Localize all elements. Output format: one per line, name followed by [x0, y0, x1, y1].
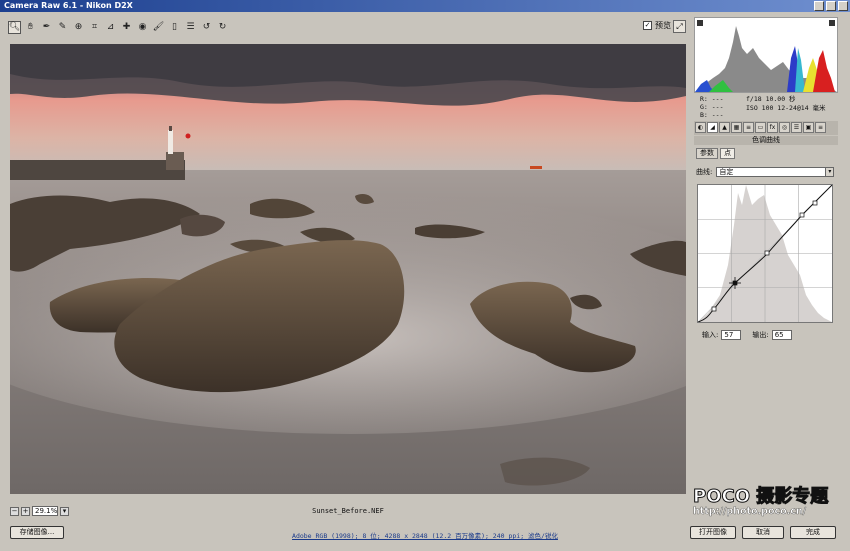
tab-camera-calibration[interactable]: ◎ [779, 122, 790, 133]
minimize-button[interactable] [814, 1, 824, 11]
curve-preset-select[interactable]: 自定 ▾ [716, 166, 835, 177]
panel-tabs: ◐ ◢ ▲ ▦ ≡ ▭ fx ◎ ☰ ▣ ≡ [694, 121, 838, 135]
window-controls [814, 1, 848, 11]
subtab-parametric[interactable]: 参数 [696, 148, 718, 159]
maximize-button[interactable] [826, 1, 836, 11]
canvas-status-bar: − + 29.1% ▾ Sunset_Before.NEF [10, 505, 686, 519]
done-button[interactable]: 完成 [790, 526, 836, 539]
tone-curve-graph [697, 184, 833, 323]
hand-icon[interactable]: ✋︎ [24, 21, 37, 34]
close-button[interactable] [838, 1, 848, 11]
tab-hsl[interactable]: ▦ [731, 122, 742, 133]
cancel-button[interactable]: 取消 [742, 526, 784, 539]
image-canvas[interactable] [10, 44, 686, 494]
input-value-field[interactable]: 57 [721, 330, 742, 340]
curve-preset-value: 自定 [719, 167, 734, 176]
spot-removal-icon[interactable]: ✚ [120, 21, 133, 34]
tab-detail[interactable]: ▲ [719, 122, 730, 133]
preview-toggle[interactable]: ✓ 预览 [643, 20, 671, 31]
color-sampler-icon[interactable]: ✎ [56, 21, 69, 34]
iso-lens-info: ISO 100 12-24@14 毫米 [746, 104, 826, 112]
fullscreen-icon[interactable]: ⤢ [673, 20, 686, 33]
tone-curve-editor[interactable] [697, 184, 833, 323]
g-readout: G: --- [700, 103, 724, 111]
crop-icon[interactable]: ⌗ [88, 21, 101, 34]
output-value-field[interactable]: 65 [771, 330, 792, 340]
section-title: 色调曲线 [694, 136, 838, 145]
tab-lens-corrections[interactable]: ▭ [755, 122, 766, 133]
shadow-clipping-warning-icon[interactable] [697, 20, 703, 26]
toolbar: 🔍︎ ✋︎ ✒ ✎ ⊕ ⌗ ⊿ ✚ ◉ 🖌︎ ▯ ☰ ↺ ↻ [8, 18, 229, 36]
exposure-info: f/18 10.00 秒 [746, 95, 796, 103]
straighten-icon[interactable]: ⊿ [104, 21, 117, 34]
zoom-icon[interactable]: 🔍︎ [8, 20, 21, 34]
chevron-down-icon: ▾ [825, 167, 834, 176]
preview-label: 预览 [655, 21, 671, 30]
curve-input-output: 输入: 57 输出: 65 [702, 329, 832, 341]
tab-effects[interactable]: fx [767, 122, 778, 133]
camera-info: R: --- G: --- B: --- f/18 10.00 秒 ISO 10… [694, 95, 838, 119]
curve-preset-row: 曲线: 自定 ▾ [696, 166, 836, 177]
tab-snapshots[interactable]: ▣ [803, 122, 814, 133]
curve-subtabs: 参数 点 [696, 148, 735, 159]
highlight-clipping-warning-icon[interactable] [829, 20, 835, 26]
graduated-filter-icon[interactable]: ▯ [168, 21, 181, 34]
tab-tone-curve[interactable]: ◢ [707, 122, 718, 133]
preferences-icon[interactable]: ☰ [184, 21, 197, 34]
white-balance-icon[interactable]: ✒ [40, 21, 53, 34]
histogram-graph [695, 26, 837, 92]
red-eye-icon[interactable]: ◉ [136, 21, 149, 34]
panel-menu-icon[interactable]: ≡ [815, 122, 826, 133]
output-label: 输出: [752, 331, 769, 339]
tab-basic[interactable]: ◐ [695, 122, 706, 133]
watermark: POCO 摄影专题 http://photo.poco.cn/ [693, 482, 843, 522]
open-image-button[interactable]: 打开图像 [690, 526, 736, 539]
r-readout: R: --- [700, 95, 724, 103]
b-readout: B: --- [700, 111, 724, 119]
title-bar: Camera Raw 6.1 - Nikon D2X [0, 0, 850, 12]
target-adjust-icon[interactable]: ⊕ [72, 21, 85, 34]
adjustment-panel: R: --- G: --- B: --- f/18 10.00 秒 ISO 10… [692, 15, 842, 515]
watermark-brand: POCO 摄影专题 [693, 486, 829, 508]
subtab-point[interactable]: 点 [720, 148, 735, 159]
rotate-cw-icon[interactable]: ↻ [216, 21, 229, 34]
tab-split-toning[interactable]: ≡ [743, 122, 754, 133]
photo-preview [10, 44, 686, 494]
rotate-ccw-icon[interactable]: ↺ [200, 21, 213, 34]
window-title: Camera Raw 6.1 - Nikon D2X [4, 1, 133, 10]
adjustment-brush-icon[interactable]: 🖌︎ [152, 21, 165, 34]
curve-label: 曲线: [696, 167, 713, 176]
input-label: 输入: [702, 331, 719, 339]
preview-checkbox[interactable]: ✓ [643, 21, 652, 30]
histogram [694, 17, 838, 93]
file-name: Sunset_Before.NEF [312, 507, 384, 515]
tab-presets[interactable]: ☰ [791, 122, 802, 133]
